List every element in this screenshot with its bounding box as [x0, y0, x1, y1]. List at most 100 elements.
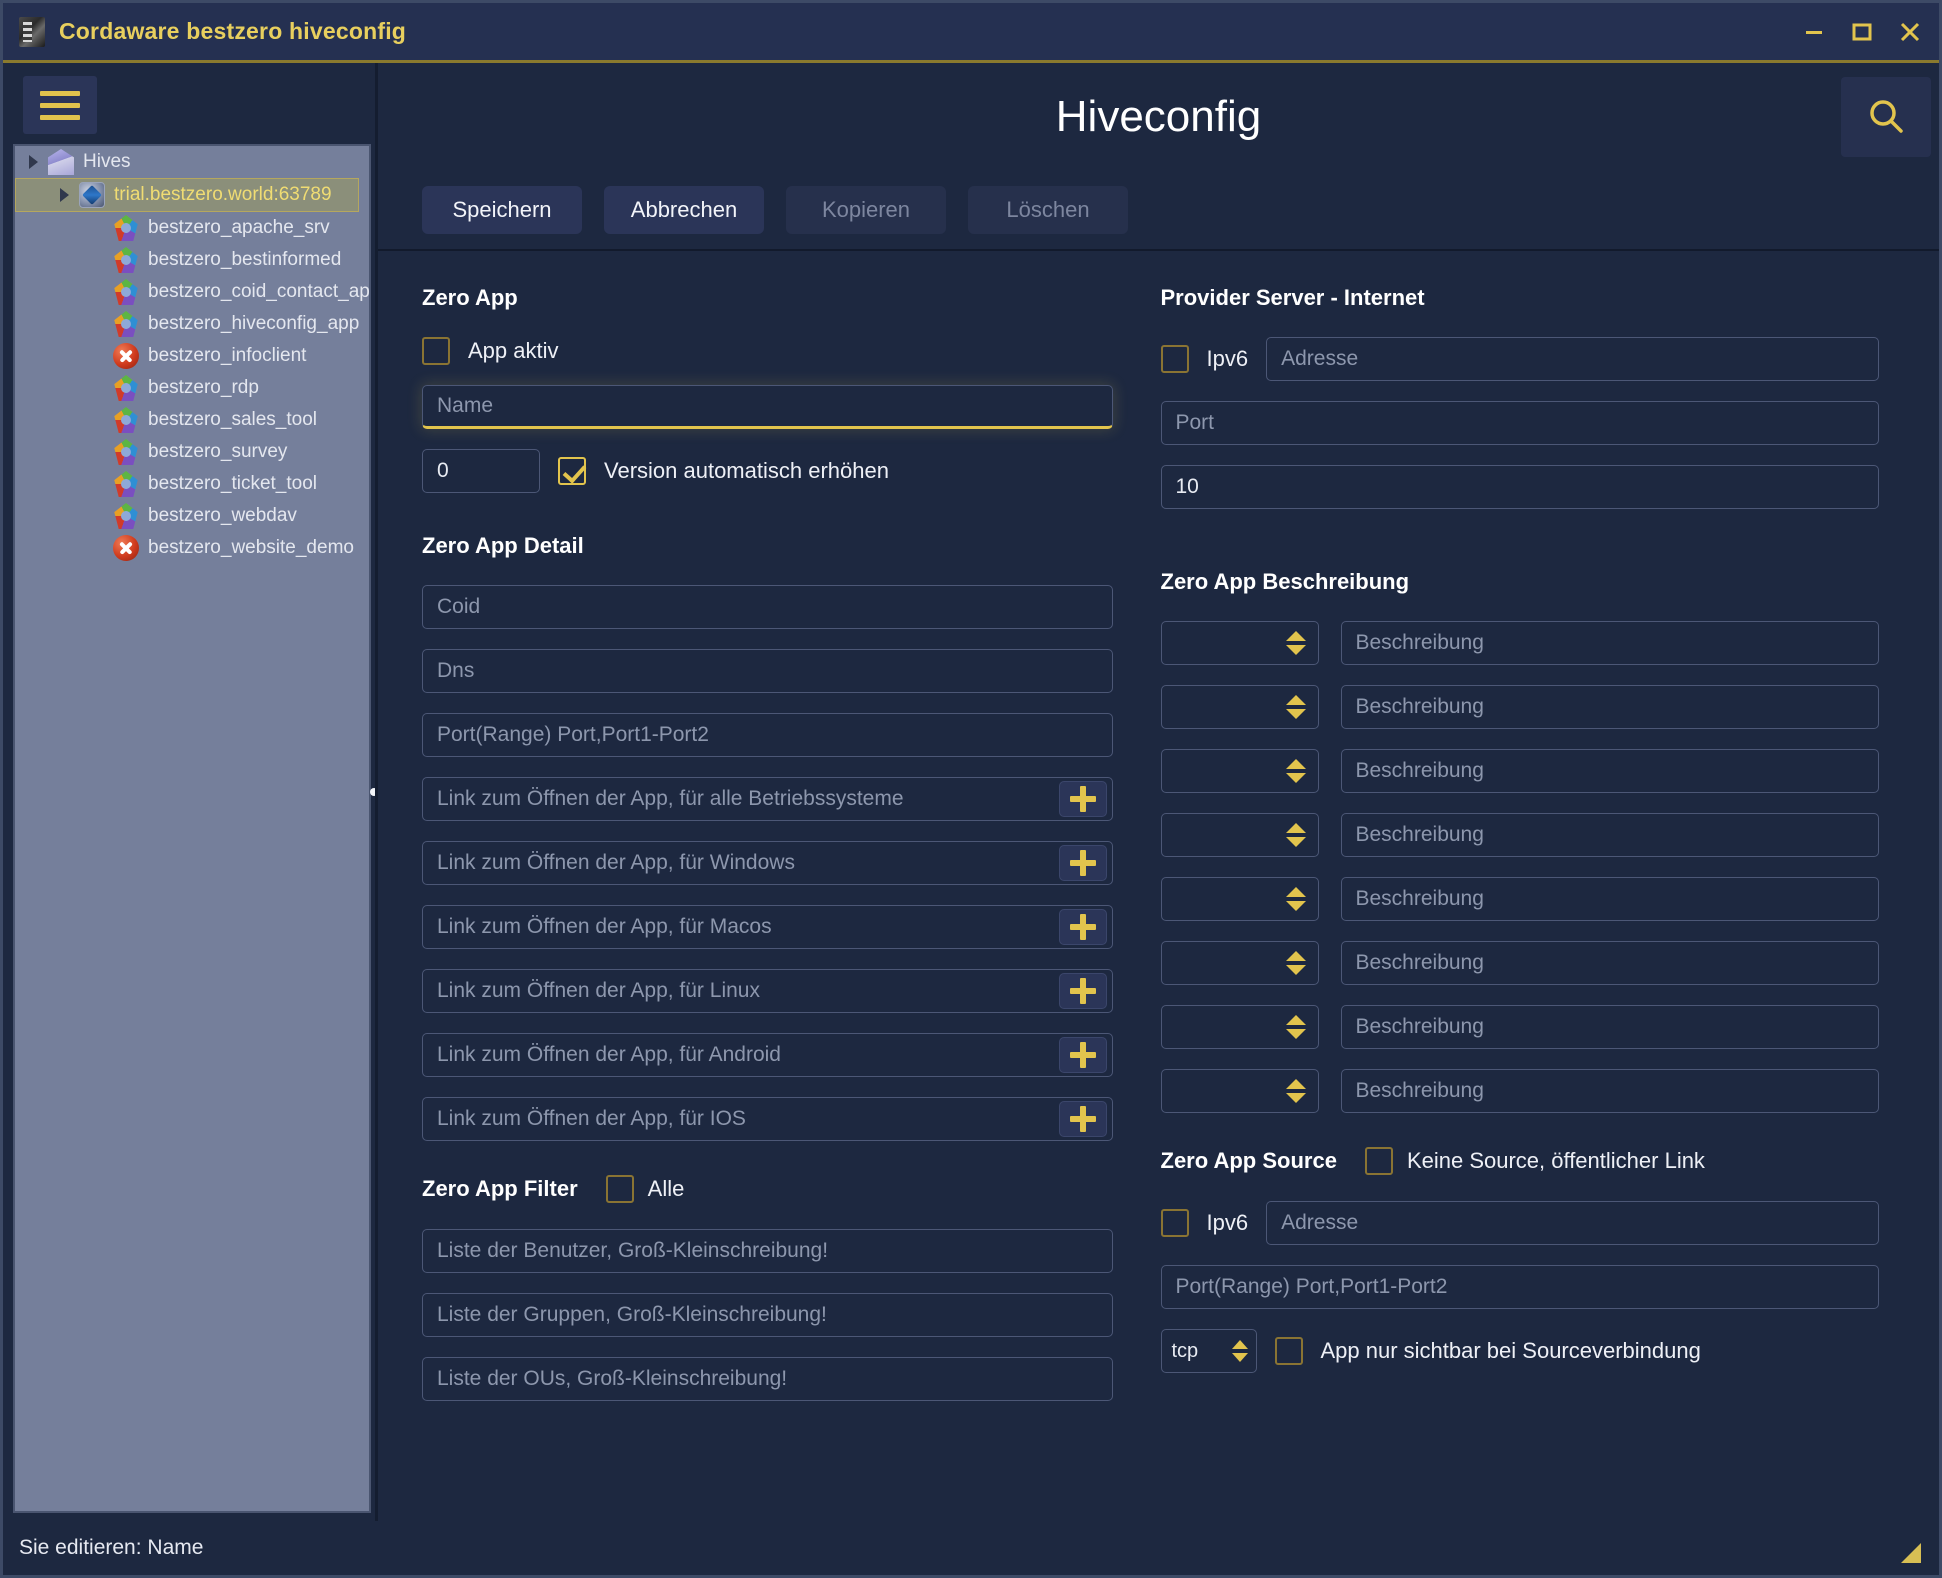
- tree-item[interactable]: bestzero_bestinformed: [15, 244, 369, 276]
- delete-button[interactable]: Löschen: [968, 186, 1128, 234]
- beschreibung-spinner[interactable]: [1160, 1005, 1319, 1049]
- filter-users-input[interactable]: [422, 1229, 1113, 1273]
- spinner-up-icon[interactable]: [1285, 631, 1306, 641]
- provider-ipv6-checkbox[interactable]: [1160, 345, 1189, 373]
- expander-arrow-icon[interactable]: [60, 188, 69, 202]
- beschreibung-spinner[interactable]: [1160, 813, 1319, 857]
- spinner-arrows-icon[interactable]: [1285, 823, 1306, 847]
- tree-item[interactable]: bestzero_hiveconfig_app: [15, 308, 369, 340]
- filter-alle-checkbox[interactable]: [605, 1175, 634, 1203]
- tree-item[interactable]: Hives: [15, 146, 369, 178]
- tree-item[interactable]: bestzero_survey: [15, 436, 369, 468]
- tree-item[interactable]: bestzero_rdp: [15, 372, 369, 404]
- spinner-up-icon[interactable]: [1285, 759, 1306, 769]
- hamburger-icon[interactable]: [23, 76, 97, 134]
- source-port-input[interactable]: [1160, 1265, 1879, 1309]
- cancel-button[interactable]: Abbrechen: [604, 186, 764, 234]
- beschreibung-spinner[interactable]: [1160, 1069, 1319, 1113]
- spinner-arrows-icon[interactable]: [1285, 1079, 1306, 1103]
- app-link-input[interactable]: [422, 777, 1113, 821]
- detail-port-input[interactable]: [422, 713, 1113, 757]
- close-icon[interactable]: [1887, 9, 1933, 55]
- beschreibung-input[interactable]: [1340, 941, 1879, 985]
- app-name-input[interactable]: [422, 385, 1113, 429]
- tree-item[interactable]: bestzero_ticket_tool: [15, 468, 369, 500]
- source-address-input[interactable]: [1266, 1201, 1879, 1245]
- beschreibung-input[interactable]: [1340, 877, 1879, 921]
- version-auto-checkbox[interactable]: [558, 457, 586, 485]
- tree-item[interactable]: bestzero_webdav: [15, 500, 369, 532]
- protocol-spinner-icon[interactable]: [1231, 1340, 1248, 1362]
- spinner-arrows-icon[interactable]: [1285, 759, 1306, 783]
- plus-icon[interactable]: [1058, 845, 1107, 881]
- copy-button[interactable]: Kopieren: [786, 186, 946, 234]
- save-button[interactable]: Speichern: [422, 186, 582, 234]
- spinner-arrows-icon[interactable]: [1285, 951, 1306, 975]
- app-link-input[interactable]: [422, 1033, 1113, 1077]
- visible-only-checkbox[interactable]: [1274, 1337, 1303, 1365]
- spinner-up-icon[interactable]: [1285, 695, 1306, 705]
- beschreibung-input[interactable]: [1340, 1005, 1879, 1049]
- spinner-down-icon[interactable]: [1285, 837, 1306, 847]
- spinner-arrows-icon[interactable]: [1285, 1015, 1306, 1039]
- beschreibung-spinner[interactable]: [1160, 685, 1319, 729]
- filter-groups-input[interactable]: [422, 1293, 1113, 1337]
- dns-input[interactable]: [422, 649, 1113, 693]
- beschreibung-spinner[interactable]: [1160, 941, 1319, 985]
- app-link-input[interactable]: [422, 969, 1113, 1013]
- beschreibung-spinner[interactable]: [1160, 877, 1319, 921]
- tree-item[interactable]: trial.bestzero.world:63789: [15, 178, 359, 212]
- app-link-input[interactable]: [422, 841, 1113, 885]
- app-link-input[interactable]: [422, 905, 1113, 949]
- spinner-down-icon[interactable]: [1285, 773, 1306, 783]
- app-link-input[interactable]: [422, 1097, 1113, 1141]
- provider-address-input[interactable]: [1266, 337, 1879, 381]
- spinner-up-icon[interactable]: [1231, 1340, 1248, 1349]
- maximize-icon[interactable]: [1839, 9, 1885, 55]
- spinner-up-icon[interactable]: [1285, 1079, 1306, 1089]
- filter-ous-input[interactable]: [422, 1357, 1113, 1401]
- beschreibung-spinner[interactable]: [1160, 621, 1319, 665]
- beschreibung-input[interactable]: [1340, 685, 1879, 729]
- tree-item[interactable]: bestzero_apache_srv: [15, 212, 369, 244]
- plus-icon[interactable]: [1058, 1101, 1107, 1137]
- hives-tree[interactable]: Hives trial.bestzero.world:63789 bestzero_…: [13, 144, 371, 1513]
- beschreibung-input[interactable]: [1340, 621, 1879, 665]
- app-aktiv-checkbox[interactable]: [422, 337, 450, 365]
- spinner-up-icon[interactable]: [1285, 887, 1306, 897]
- spinner-down-icon[interactable]: [1285, 709, 1306, 719]
- beschreibung-input[interactable]: [1340, 749, 1879, 793]
- tree-item[interactable]: bestzero_infoclient: [15, 340, 369, 372]
- provider-port-input[interactable]: [1160, 401, 1879, 445]
- beschreibung-input[interactable]: [1340, 813, 1879, 857]
- version-input[interactable]: [422, 449, 540, 493]
- plus-icon[interactable]: [1058, 973, 1107, 1009]
- search-icon[interactable]: [1841, 77, 1931, 157]
- expander-arrow-icon[interactable]: [29, 155, 38, 169]
- source-ipv6-checkbox[interactable]: [1160, 1209, 1189, 1237]
- no-source-checkbox[interactable]: [1364, 1147, 1393, 1175]
- spinner-down-icon[interactable]: [1285, 901, 1306, 911]
- spinner-up-icon[interactable]: [1285, 823, 1306, 833]
- spinner-up-icon[interactable]: [1285, 1015, 1306, 1025]
- coid-input[interactable]: [422, 585, 1113, 629]
- spinner-arrows-icon[interactable]: [1285, 695, 1306, 719]
- plus-icon[interactable]: [1058, 909, 1107, 945]
- resize-grip-icon[interactable]: [1901, 1543, 1921, 1563]
- spinner-arrows-icon[interactable]: [1285, 887, 1306, 911]
- tree-item[interactable]: bestzero_sales_tool: [15, 404, 369, 436]
- spinner-up-icon[interactable]: [1285, 951, 1306, 961]
- beschreibung-spinner[interactable]: [1160, 749, 1319, 793]
- spinner-down-icon[interactable]: [1285, 965, 1306, 975]
- minimize-icon[interactable]: [1791, 9, 1837, 55]
- spinner-down-icon[interactable]: [1285, 1029, 1306, 1039]
- tree-item[interactable]: bestzero_coid_contact_ap: [15, 276, 369, 308]
- beschreibung-input[interactable]: [1340, 1069, 1879, 1113]
- provider-count-input[interactable]: [1160, 465, 1879, 509]
- plus-icon[interactable]: [1058, 781, 1107, 817]
- spinner-down-icon[interactable]: [1285, 1093, 1306, 1103]
- protocol-select[interactable]: tcp: [1160, 1329, 1257, 1373]
- plus-icon[interactable]: [1058, 1037, 1107, 1073]
- tree-item[interactable]: bestzero_website_demo: [15, 532, 369, 564]
- spinner-arrows-icon[interactable]: [1285, 631, 1306, 655]
